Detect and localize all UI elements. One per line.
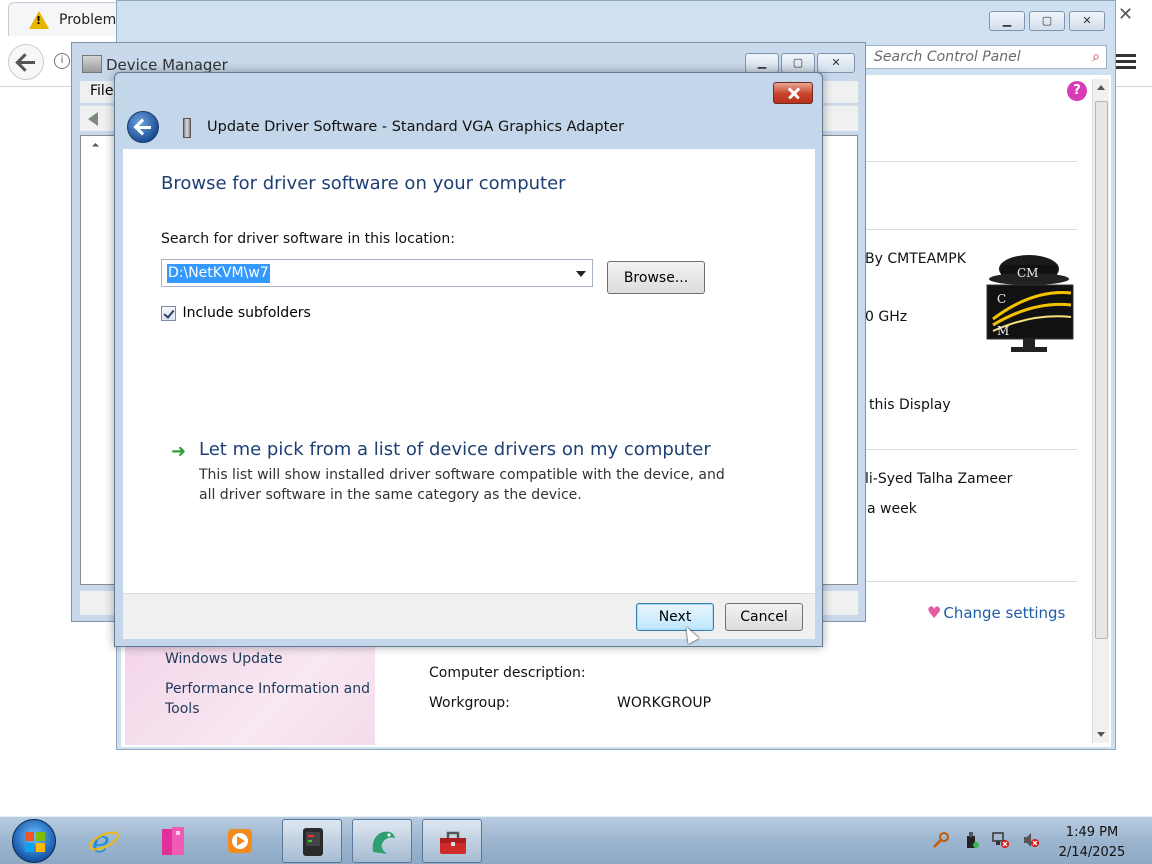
search-icon[interactable]: ⌕ <box>1092 49 1100 65</box>
workgroup-label: Workgroup: <box>429 695 510 711</box>
back-arrow-icon[interactable] <box>88 112 98 126</box>
help-icon[interactable]: ? <box>1067 81 1087 101</box>
close-button[interactable] <box>773 82 813 104</box>
key-icon[interactable] <box>932 831 950 849</box>
browse-button[interactable]: Browse... <box>607 261 705 294</box>
taskbar-internet-explorer[interactable]: e <box>74 819 134 863</box>
sidebar: Windows Update Performance Information a… <box>125 647 375 745</box>
manufacturer-text: By CMTEAMPK <box>865 251 966 267</box>
info-icon[interactable]: i <box>54 53 70 69</box>
dialog-footer: Next Cancel <box>123 593 815 639</box>
oem-logo-text: CM <box>1017 266 1038 280</box>
taskbar-toolbox-app[interactable] <box>422 819 482 863</box>
window-caption-buttons: ▁ ▢ ✕ <box>989 11 1105 31</box>
minimize-button[interactable]: ▁ <box>989 11 1025 31</box>
sidebar-item-performance-tools[interactable]: Tools <box>165 699 200 719</box>
oem-logo: CM C M <box>986 255 1074 352</box>
scroll-down-icon[interactable] <box>1097 732 1105 737</box>
shield-icon: ♥ <box>927 603 942 622</box>
include-subfolders-checkbox[interactable] <box>161 305 176 321</box>
start-button[interactable] <box>12 819 56 863</box>
pick-from-list-link[interactable]: Let me pick from a list of device driver… <box>199 439 711 460</box>
back-arrow-icon[interactable] <box>8 44 44 80</box>
taskbar-media-player[interactable] <box>210 819 270 863</box>
usb-device-icon[interactable] <box>962 831 980 849</box>
dialog-header: Update Driver Software - Standard VGA Gr… <box>123 109 815 149</box>
close-button[interactable]: ✕ <box>1069 11 1105 31</box>
volume-muted-icon[interactable] <box>1022 831 1040 849</box>
taskbar-library[interactable] <box>144 819 204 863</box>
expand-icon[interactable] <box>91 142 100 151</box>
page-title: Browse for driver software on your compu… <box>161 173 566 194</box>
library-icon <box>162 827 184 855</box>
workgroup-value: WORKGROUP <box>617 695 712 711</box>
green-arrow-icon: ➜ <box>171 441 187 462</box>
divider <box>861 161 1077 162</box>
divider <box>861 449 1077 450</box>
taskbar-dragon-app[interactable] <box>352 819 412 863</box>
display-adapter-icon <box>183 118 191 138</box>
search-input[interactable]: Search Control Panel ⌕ <box>865 45 1107 69</box>
menu-file[interactable]: File <box>90 83 113 99</box>
chevron-down-icon[interactable] <box>576 271 586 277</box>
include-subfolders-row: Include subfolders <box>161 305 311 321</box>
maximize-button[interactable]: ▢ <box>781 53 815 73</box>
media-player-icon <box>228 829 252 853</box>
dialog-title: Update Driver Software - Standard VGA Gr… <box>207 119 625 135</box>
close-button[interactable]: ✕ <box>817 53 855 73</box>
dragon-icon <box>372 831 395 854</box>
minimize-button[interactable]: ▁ <box>745 53 779 73</box>
taskbar-terminal-app[interactable] <box>282 819 342 863</box>
divider <box>861 581 1077 582</box>
tab-title: Problem <box>59 12 117 28</box>
search-location-label: Search for driver software in this locat… <box>161 231 455 247</box>
device-manager-icon <box>82 55 102 73</box>
divider <box>861 229 1077 230</box>
maximize-button[interactable]: ▢ <box>1029 11 1065 31</box>
terminal-icon <box>303 828 323 856</box>
internet-explorer-icon: e <box>89 825 119 857</box>
close-icon[interactable]: ✕ <box>1118 4 1133 25</box>
hamburger-menu-icon[interactable] <box>1116 54 1136 70</box>
toolbox-icon <box>440 831 466 854</box>
svg-text:M: M <box>997 324 1009 338</box>
scroll-thumb[interactable] <box>1095 101 1108 639</box>
dialog-content: Browse for driver software on your compu… <box>123 149 815 593</box>
svg-text:C: C <box>997 292 1006 306</box>
network-disconnected-icon[interactable] <box>992 831 1010 849</box>
sidebar-item-performance[interactable]: Performance Information and <box>165 679 370 699</box>
pick-from-list-description: This list will show installed driver sof… <box>199 467 725 503</box>
scrollbar[interactable] <box>1092 79 1109 743</box>
back-button[interactable] <box>127 111 159 143</box>
taskbar: e 1:49 PM 2/14/2025 <box>0 816 1152 864</box>
include-subfolders-label[interactable]: Include subfolders <box>182 305 310 321</box>
processor-text: 0 GHz <box>865 309 908 325</box>
next-button[interactable]: Next <box>636 603 714 631</box>
display-text: this Display <box>869 397 951 413</box>
week-text: a week <box>867 501 917 517</box>
cancel-button[interactable]: Cancel <box>725 603 803 631</box>
sidebar-item-windows-update[interactable]: Windows Update <box>165 649 283 669</box>
path-value[interactable]: D:\NetKVM\w7 <box>167 264 270 283</box>
system-clock[interactable]: 1:49 PM 2/14/2025 <box>1052 823 1132 863</box>
clock-date: 2/14/2025 <box>1058 845 1126 860</box>
change-settings-link[interactable]: ♥ Change settings <box>927 603 1065 622</box>
computer-description-label: Computer description: <box>429 665 586 681</box>
update-driver-dialog: Update Driver Software - Standard VGA Gr… <box>114 72 823 647</box>
clock-time: 1:49 PM <box>1065 825 1119 840</box>
scroll-up-icon[interactable] <box>1097 85 1105 90</box>
path-combobox[interactable]: D:\NetKVM\w7 <box>161 259 593 287</box>
window-caption-buttons: ▁ ▢ ✕ <box>745 53 855 73</box>
computer-name-text: li-Syed Talha Zameer <box>865 471 1013 487</box>
